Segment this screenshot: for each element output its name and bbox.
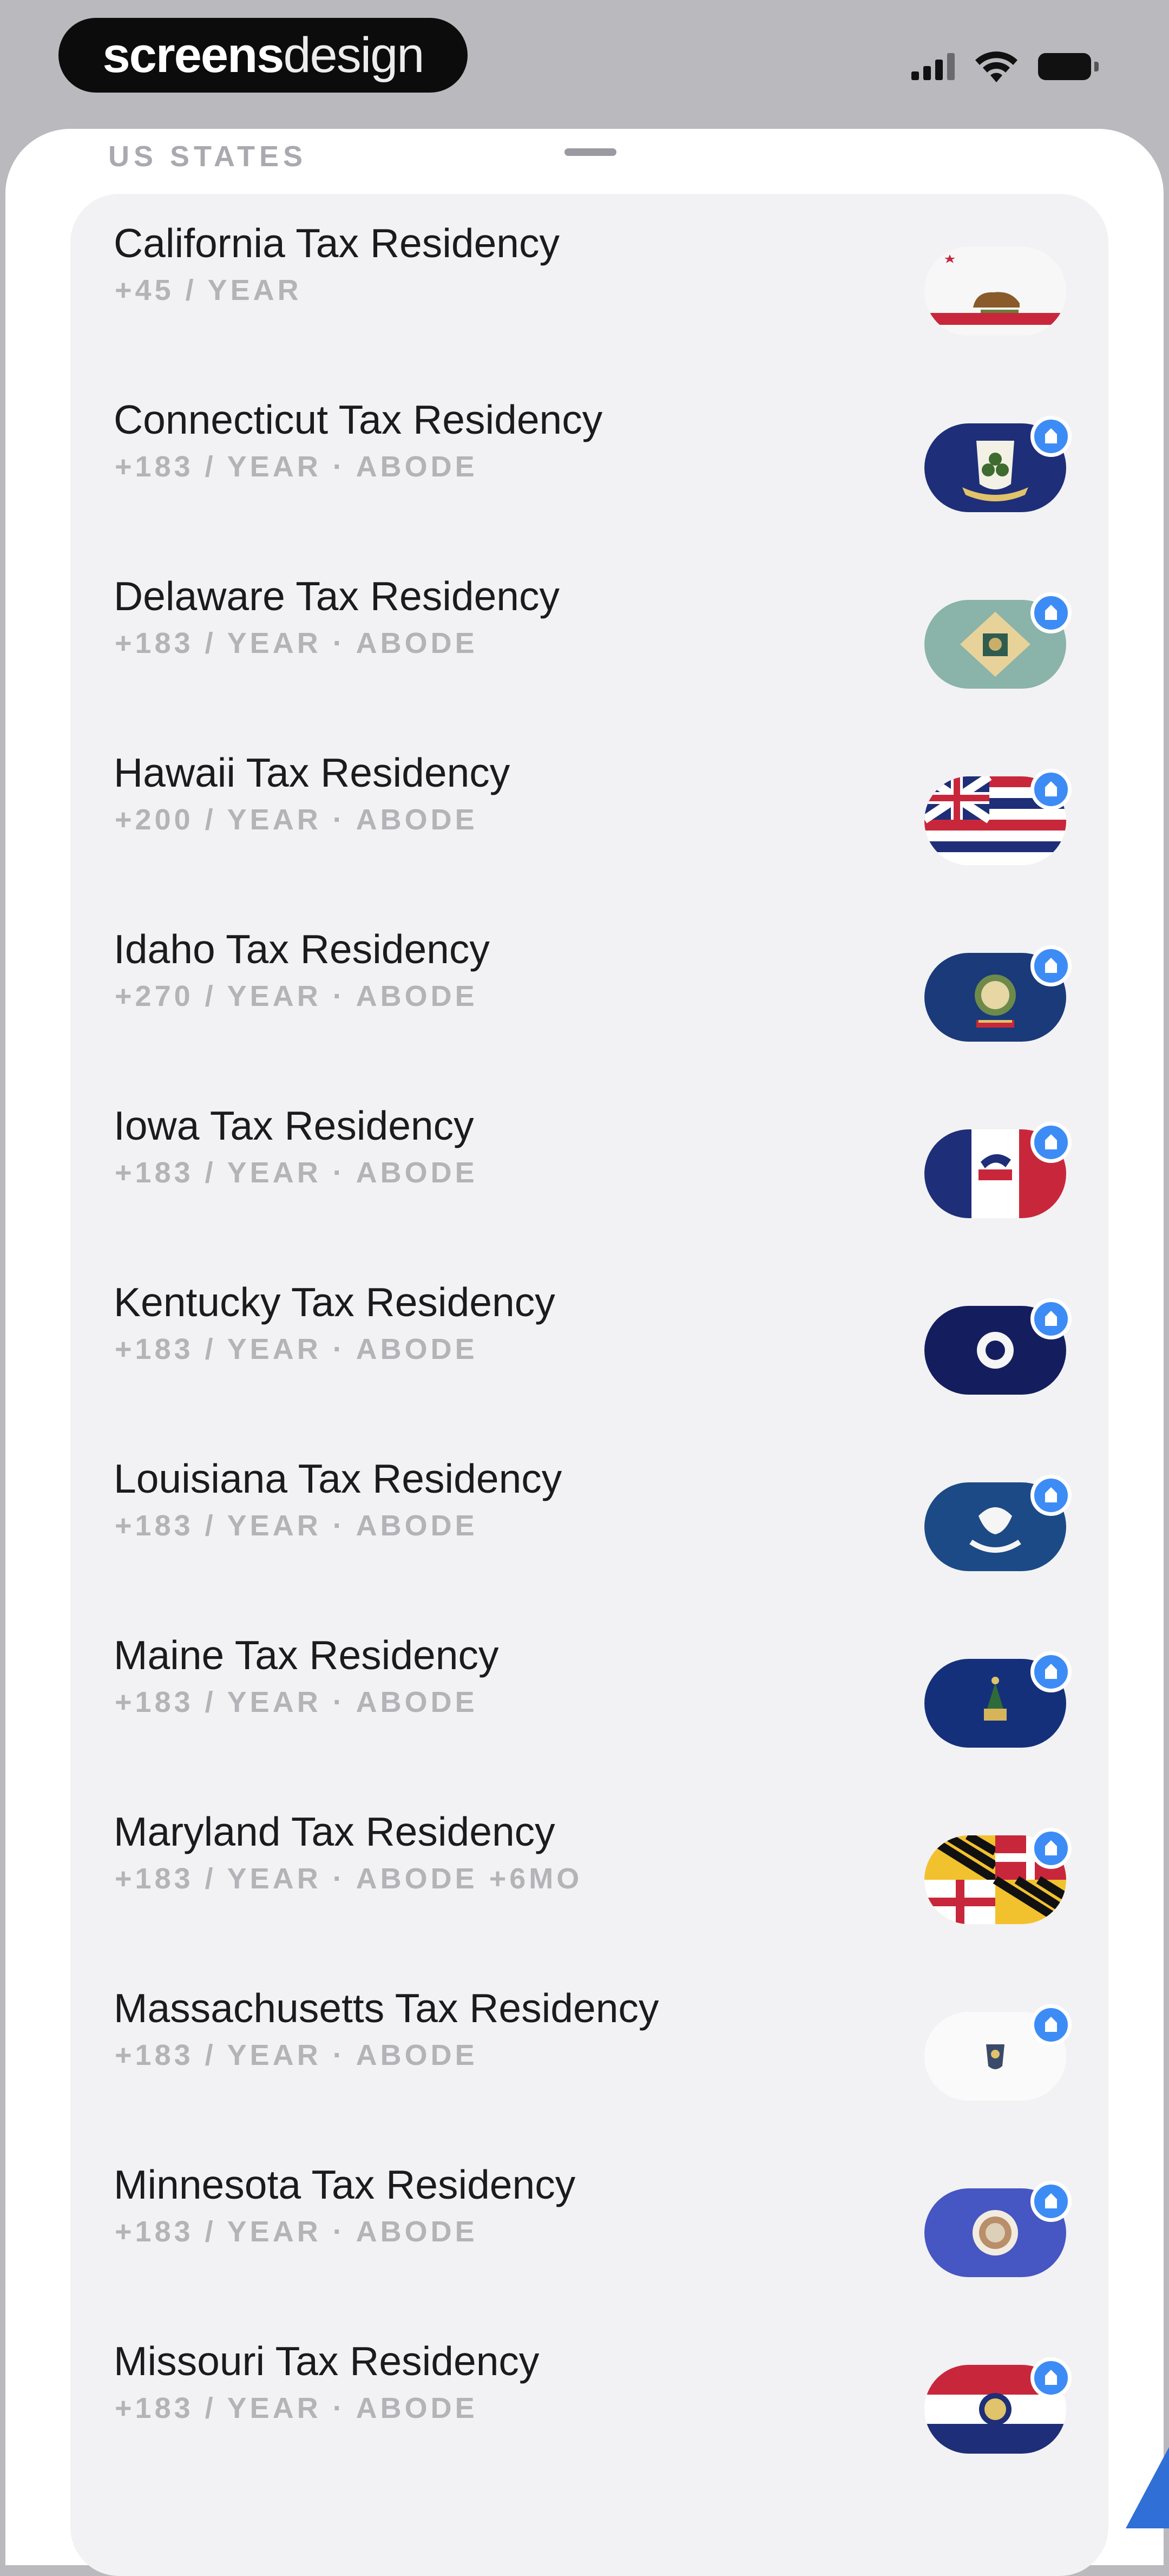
verified-badge-icon xyxy=(1030,1475,1072,1516)
row-subtitle: +183 / YEAR · ABODE xyxy=(115,2039,478,2071)
verified-badge-icon xyxy=(1030,1651,1072,1692)
california-flag-icon xyxy=(924,247,1066,336)
list-item[interactable]: California Tax Residency +45 / YEAR xyxy=(70,194,1108,370)
list-item[interactable]: Hawaii Tax Residency +200 / YEAR · ABODE xyxy=(70,723,1108,900)
row-subtitle: +183 / YEAR · ABODE xyxy=(115,1686,478,1718)
list-item[interactable]: Maryland Tax Residency +183 / YEAR · ABO… xyxy=(70,1782,1108,1959)
verified-badge-icon xyxy=(1030,416,1072,457)
list-item[interactable]: Minnesota Tax Residency +183 / YEAR · AB… xyxy=(70,2135,1108,2312)
verified-badge-icon xyxy=(1030,2357,1072,2398)
verified-badge-icon xyxy=(1030,2181,1072,2222)
list-item[interactable]: Idaho Tax Residency +270 / YEAR · ABODE xyxy=(70,900,1108,1076)
row-title: California Tax Residency xyxy=(114,220,560,266)
status-bar: screens design xyxy=(0,0,1169,125)
list-item[interactable]: Delaware Tax Residency +183 / YEAR · ABO… xyxy=(70,547,1108,723)
verified-badge-icon xyxy=(1030,769,1072,810)
row-title: Kentucky Tax Residency xyxy=(114,1279,555,1325)
row-title: Connecticut Tax Residency xyxy=(114,397,603,442)
list-item[interactable]: Connecticut Tax Residency +183 / YEAR · … xyxy=(70,370,1108,547)
row-subtitle: +183 / YEAR · ABODE xyxy=(115,2215,478,2248)
brand-logo-light: design xyxy=(283,27,424,83)
verified-badge-icon xyxy=(1030,1122,1072,1163)
sheet-grabber[interactable] xyxy=(564,148,616,156)
list-item[interactable]: Missouri Tax Residency +183 / YEAR · ABO… xyxy=(70,2312,1108,2488)
row-title: Massachusetts Tax Residency xyxy=(114,1985,659,2031)
row-subtitle: +183 / YEAR · ABODE xyxy=(115,627,478,659)
row-subtitle: +183 / YEAR · ABODE xyxy=(115,1156,478,1189)
verified-badge-icon xyxy=(1030,592,1072,633)
row-subtitle: +270 / YEAR · ABODE xyxy=(115,980,478,1012)
list-item[interactable]: Kentucky Tax Residency +183 / YEAR · ABO… xyxy=(70,1253,1108,1429)
row-title: Idaho Tax Residency xyxy=(114,926,490,972)
status-icons xyxy=(911,48,1099,86)
row-title: Missouri Tax Residency xyxy=(114,2338,540,2384)
verified-badge-icon xyxy=(1030,2004,1072,2045)
list-item[interactable]: Louisiana Tax Residency +183 / YEAR · AB… xyxy=(70,1429,1108,1606)
brand-logo-bold: screens xyxy=(102,27,285,83)
battery-icon xyxy=(1038,53,1099,80)
row-title: Louisiana Tax Residency xyxy=(114,1456,562,1501)
row-title: Hawaii Tax Residency xyxy=(114,750,510,795)
row-subtitle: +183 / YEAR · ABODE xyxy=(115,1509,478,1542)
row-subtitle: +200 / YEAR · ABODE xyxy=(115,803,478,836)
brand-logo: screens design xyxy=(58,18,468,93)
row-title: Maryland Tax Residency xyxy=(114,1809,555,1854)
list-item[interactable]: Massachusetts Tax Residency +183 / YEAR … xyxy=(70,1959,1108,2135)
verified-badge-icon xyxy=(1030,1298,1072,1339)
row-subtitle: +45 / YEAR xyxy=(115,274,302,306)
row-title: Delaware Tax Residency xyxy=(114,573,560,619)
row-title: Iowa Tax Residency xyxy=(114,1103,474,1148)
row-subtitle: +183 / YEAR · ABODE xyxy=(115,1333,478,1365)
row-subtitle: +183 / YEAR · ABODE xyxy=(115,2392,478,2424)
section-header: US STATES xyxy=(108,140,307,173)
bottom-sheet: US STATES California Tax Residency +45 /… xyxy=(5,129,1164,2576)
row-subtitle: +183 / YEAR · ABODE xyxy=(115,450,478,483)
cellular-signal-icon xyxy=(911,53,955,80)
residency-list: California Tax Residency +45 / YEAR Conn… xyxy=(70,194,1108,2576)
row-title: Maine Tax Residency xyxy=(114,1632,499,1678)
verified-badge-icon xyxy=(1030,1828,1072,1869)
list-item[interactable]: Maine Tax Residency +183 / YEAR · ABODE xyxy=(70,1606,1108,1782)
verified-badge-icon xyxy=(1030,945,1072,986)
row-title: Minnesota Tax Residency xyxy=(114,2162,576,2207)
wifi-icon xyxy=(975,51,1017,82)
list-item[interactable]: Iowa Tax Residency +183 / YEAR · ABODE xyxy=(70,1076,1108,1253)
row-subtitle: +183 / YEAR · ABODE +6MO xyxy=(115,1862,583,1895)
scroll-indicator xyxy=(1126,2447,1169,2528)
